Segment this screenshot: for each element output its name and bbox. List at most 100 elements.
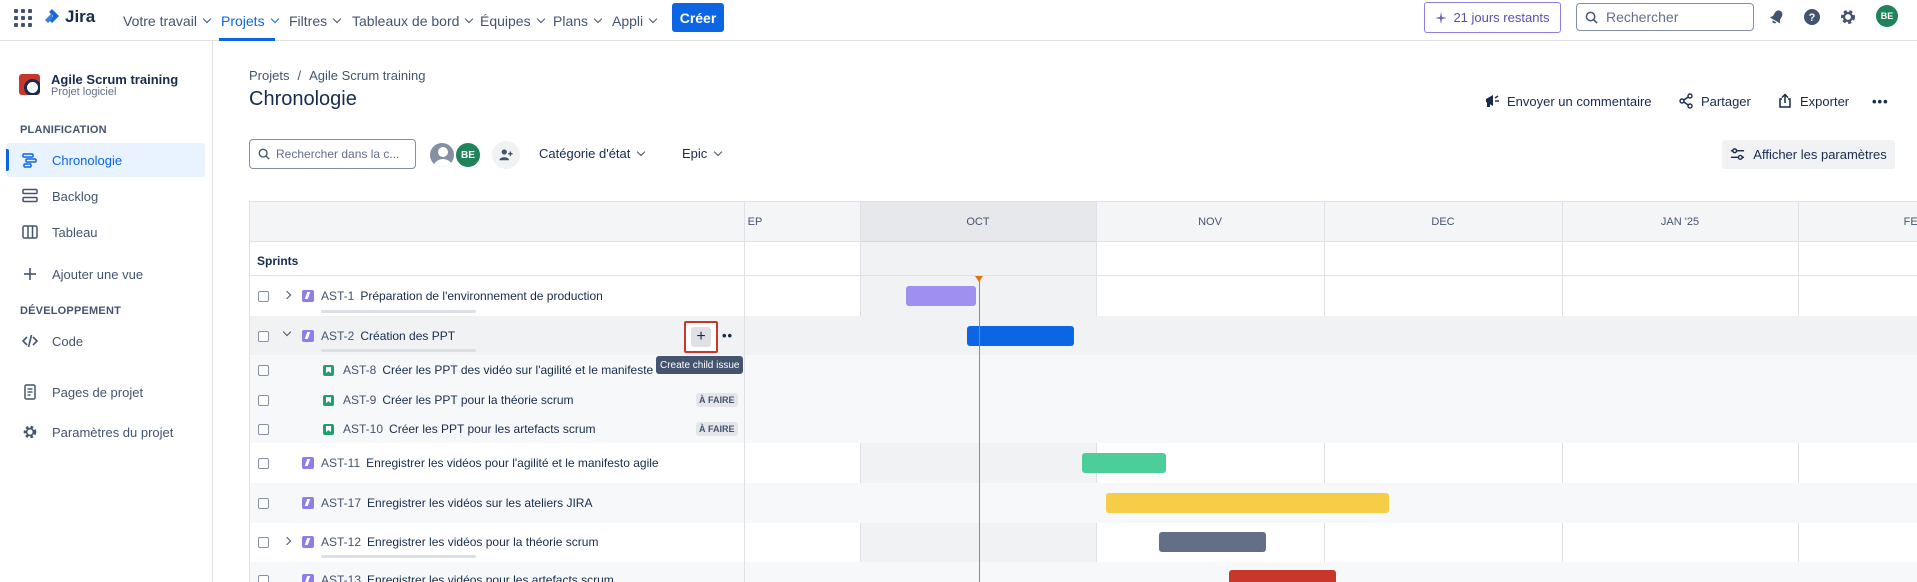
user-avatar-filter[interactable]: BE — [454, 141, 482, 169]
sidebar-item-timeline[interactable]: Chronologie — [6, 143, 205, 177]
issue-key: AST-13 — [321, 573, 362, 582]
breadcrumb-project[interactable]: Agile Scrum training — [309, 68, 425, 83]
issue-cell[interactable]: AST-1 Préparation de l'environnement de … — [321, 286, 603, 306]
row-checkbox[interactable] — [258, 575, 269, 582]
issue-cell[interactable]: AST-17 Enregistrer les vidéos sur les at… — [321, 493, 592, 513]
trial-days-button[interactable]: 21 jours restants — [1424, 2, 1561, 33]
epic-bar-ast-13[interactable] — [1229, 570, 1336, 582]
month-dec: DEC — [1431, 216, 1455, 228]
issue-cell[interactable]: AST-8 Créer les PPT des vidéo sur l'agil… — [343, 360, 653, 380]
chevron-down-icon — [648, 14, 658, 24]
app-switcher-icon[interactable] — [14, 9, 32, 27]
jira-logo-icon — [45, 9, 59, 23]
nav-projects[interactable]: Projets — [221, 9, 279, 33]
chevron-down-icon — [202, 14, 212, 24]
nav-apps[interactable]: Appli — [612, 9, 658, 33]
jira-logo[interactable]: Jira — [44, 7, 95, 27]
progress-bar — [321, 349, 476, 352]
issue-cell[interactable]: AST-10 Créer les PPT pour les artefacts … — [343, 419, 596, 439]
issue-cell[interactable]: AST-2 Création des PPT — [321, 326, 455, 346]
row-checkbox[interactable] — [258, 291, 269, 302]
row-checkbox[interactable] — [258, 395, 269, 406]
issue-key: AST-1 — [321, 289, 355, 303]
epic-bar-ast-17[interactable] — [1106, 493, 1389, 513]
row-checkbox[interactable] — [258, 498, 269, 509]
row-checkbox[interactable] — [258, 537, 269, 548]
create-child-issue-button[interactable]: + — [684, 321, 718, 353]
share-icon — [1679, 93, 1693, 109]
chevron-down-icon — [270, 14, 279, 24]
sidebar-item-project-pages[interactable]: Pages de projet — [6, 375, 205, 409]
sidebar-add-view[interactable]: Ajouter une vue — [6, 257, 205, 291]
issue-summary: Enregistrer les vidéos pour les artefact… — [367, 573, 614, 582]
export-label: Exporter — [1800, 93, 1850, 109]
create-button[interactable]: Créer — [672, 3, 724, 32]
row-checkbox[interactable] — [258, 458, 269, 469]
row-more-actions-button[interactable]: •• — [722, 328, 733, 343]
issue-cell[interactable]: AST-9 Créer les PPT pour la théorie scru… — [343, 390, 574, 410]
nav-label: Filtres — [289, 13, 328, 29]
nav-label: Votre travail — [123, 13, 197, 29]
nav-teams[interactable]: Équipes — [480, 9, 545, 33]
month-nov: NOV — [1198, 216, 1222, 228]
sidebar-item-project-settings[interactable]: Paramètres du projet — [6, 415, 205, 449]
view-settings-button[interactable]: Afficher les paramètres — [1722, 140, 1895, 169]
issue-cell[interactable]: AST-12 Enregistrer les vidéos pour la th… — [321, 532, 598, 552]
epic-bar-ast-2[interactable] — [967, 326, 1074, 346]
plus-icon: + — [691, 327, 711, 347]
issue-cell[interactable]: AST-11 Enregistrer les vidéos pour l'agi… — [321, 453, 659, 473]
row-checkbox[interactable] — [258, 365, 269, 376]
nav-filters[interactable]: Filtres — [289, 9, 342, 33]
share-button[interactable]: Partager — [1678, 90, 1751, 112]
user-avatar[interactable]: BE — [1876, 5, 1898, 27]
settings-label: Afficher les paramètres — [1753, 147, 1887, 162]
issue-summary: Créer les PPT des vidéo sur l'agilité et… — [382, 363, 653, 377]
issue-summary: Créer les PPT pour la théorie scrum — [382, 393, 574, 407]
sidebar-item-backlog[interactable]: Backlog — [6, 179, 205, 213]
more-actions-button[interactable]: ••• — [1872, 90, 1889, 112]
epic-bar-ast-11[interactable] — [1082, 453, 1166, 473]
nav-dashboards[interactable]: Tableaux de bord — [352, 9, 474, 33]
sidebar-item-board[interactable]: Tableau — [6, 215, 205, 249]
issue-summary: Préparation de l'environnement de produc… — [360, 289, 603, 303]
sprints-label: Sprints — [257, 254, 299, 268]
nav-your-work[interactable]: Votre travail — [123, 9, 212, 33]
unassigned-avatar[interactable] — [428, 141, 456, 169]
timeline-search-input[interactable]: Rechercher dans la c... — [249, 139, 416, 169]
board-icon — [22, 224, 38, 240]
help-icon[interactable]: ? — [1802, 7, 1822, 27]
project-avatar-icon — [19, 74, 40, 95]
status-lozenge[interactable]: À FAIRE — [696, 422, 738, 436]
epic-filter[interactable]: Epic — [682, 146, 723, 161]
chevron-down-icon — [536, 14, 545, 24]
epic-bar-ast-1[interactable] — [906, 286, 976, 306]
issue-key: AST-9 — [343, 393, 377, 407]
global-search-input[interactable]: Rechercher — [1576, 3, 1754, 31]
table-row-selected[interactable] — [250, 316, 1917, 355]
nav-label: Projets — [221, 13, 265, 29]
issue-cell[interactable]: AST-13 Enregistrer les vidéos pour les a… — [321, 570, 614, 582]
row-checkbox[interactable] — [258, 424, 269, 435]
issue-key: AST-2 — [321, 329, 355, 343]
sidebar-item-code[interactable]: Code — [6, 324, 205, 358]
month-jan: JAN '25 — [1660, 216, 1700, 228]
feedback-button[interactable]: Envoyer un commentaire — [1484, 90, 1652, 112]
status-lozenge[interactable]: À FAIRE — [696, 393, 738, 407]
epic-icon — [302, 457, 314, 469]
breadcrumb-projects[interactable]: Projets — [249, 68, 289, 83]
epic-icon — [302, 330, 314, 342]
share-label: Partager — [1701, 93, 1751, 109]
project-name[interactable]: Agile Scrum training — [51, 72, 178, 87]
notifications-icon[interactable] — [1767, 7, 1787, 27]
nav-plans[interactable]: Plans — [553, 9, 603, 33]
active-nav-indicator — [219, 38, 275, 41]
epic-bar-ast-12[interactable] — [1159, 532, 1266, 552]
export-button[interactable]: Exporter — [1777, 90, 1849, 112]
add-people-button[interactable] — [492, 141, 520, 169]
settings-gear-icon[interactable] — [1838, 7, 1858, 27]
filter-label: Epic — [682, 146, 708, 161]
status-category-filter[interactable]: Catégorie d'état — [539, 146, 646, 161]
row-checkbox[interactable] — [258, 331, 269, 342]
backlog-icon — [22, 188, 38, 204]
plus-icon — [22, 266, 38, 282]
